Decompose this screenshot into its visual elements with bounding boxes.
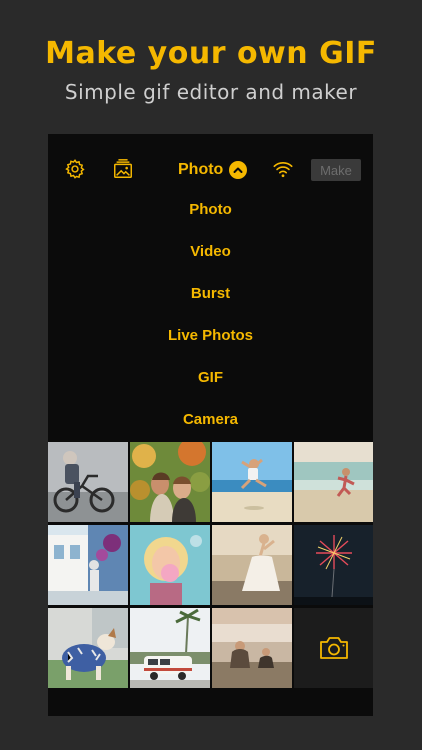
photo-thumbnail-bride[interactable] — [212, 525, 292, 605]
photo-thumbnail-beach-jump[interactable] — [212, 442, 292, 522]
promo-headline: Make your own GIF — [45, 36, 377, 71]
menu-item-burst[interactable]: Burst — [48, 273, 373, 315]
photo-thumbnail-van[interactable] — [130, 608, 210, 688]
photo-thumbnail-lake[interactable] — [212, 608, 292, 688]
camera-capture-tile[interactable] — [294, 608, 373, 688]
menu-item-photo[interactable]: Photo — [48, 189, 373, 231]
photo-thumbnail-shore-run[interactable] — [294, 442, 373, 522]
menu-item-camera[interactable]: Camera — [48, 399, 373, 441]
app-screen: Photo Make Photo Video Burst Live Photos… — [48, 134, 373, 716]
photo-thumbnail-bubblegum[interactable] — [130, 525, 210, 605]
photo-thumbnail-two-girls[interactable] — [130, 442, 210, 522]
photo-grid — [48, 442, 373, 688]
promo-subheadline: Simple gif editor and maker — [64, 80, 358, 104]
bottom-bar — [48, 690, 373, 716]
source-menu: Photo Video Burst Live Photos GIF Camera — [48, 189, 373, 441]
source-dropdown-toggle[interactable]: Photo — [178, 159, 248, 181]
chevron-up-icon — [229, 161, 248, 179]
photo-thumbnail-fireworks[interactable] — [294, 525, 373, 605]
menu-item-gif[interactable]: GIF — [48, 357, 373, 399]
photo-thumbnail-dog[interactable] — [48, 608, 128, 688]
source-label: Photo — [178, 161, 224, 178]
camera-icon — [319, 635, 349, 661]
wifi-icon[interactable] — [272, 158, 294, 180]
menu-item-live-photos[interactable]: Live Photos — [48, 315, 373, 357]
menu-item-video[interactable]: Video — [48, 231, 373, 273]
make-button[interactable]: Make — [311, 159, 361, 181]
photo-thumbnail-child-bicycle[interactable] — [48, 442, 128, 522]
photo-album-icon[interactable] — [112, 158, 134, 180]
gear-icon[interactable] — [64, 158, 86, 180]
photo-thumbnail-white-building[interactable] — [48, 525, 128, 605]
